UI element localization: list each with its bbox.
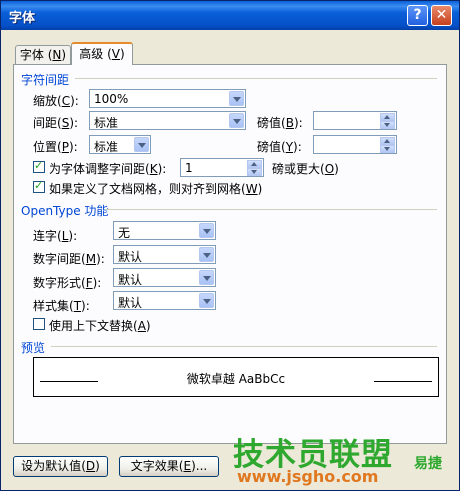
spin-up-icon[interactable] — [247, 160, 262, 168]
position-pt-spinner[interactable] — [313, 135, 397, 154]
watermark-brand: 易捷 — [414, 456, 442, 472]
position-combo[interactable]: 标准 — [89, 135, 151, 154]
contextual-alternates-checkbox[interactable] — [33, 318, 45, 330]
chevron-down-icon[interactable] — [229, 91, 244, 106]
baseline-right — [374, 381, 432, 382]
tab-advanced[interactable]: 高级 (V) — [71, 42, 133, 65]
character-spacing-group-label: 字符间距 — [21, 73, 70, 87]
spin-up-icon[interactable] — [380, 113, 395, 121]
close-icon: ✕ — [435, 7, 448, 23]
spacing-label: 间距(S): — [33, 116, 79, 130]
tab-font[interactable]: 字体 (N) — [15, 45, 71, 65]
group-divider — [51, 346, 437, 347]
number-spacing-value: 默认 — [118, 250, 143, 264]
position-value: 标准 — [94, 140, 119, 154]
chevron-down-icon[interactable] — [199, 223, 214, 238]
scale-label: 缩放(C): — [33, 94, 79, 108]
scale-value: 100% — [94, 92, 129, 106]
preview-box: 微软卓越 AaBbCc — [33, 357, 439, 397]
spacing-value: 标准 — [94, 116, 119, 130]
stylistic-sets-label: 样式集(T): — [33, 299, 90, 313]
spacing-pt-label: 磅值(B): — [257, 116, 303, 130]
ligatures-value: 无 — [118, 226, 131, 240]
snap-grid-checkbox[interactable] — [33, 179, 45, 193]
watermark-url: www.jsgho.com — [237, 467, 379, 486]
close-button[interactable]: ✕ — [431, 5, 452, 26]
stylistic-sets-combo[interactable]: 默认 — [113, 291, 216, 310]
kerning-checkbox[interactable] — [33, 159, 45, 173]
group-divider — [75, 78, 437, 79]
contextual-alternates-label[interactable]: 使用上下文替换(A) — [49, 317, 151, 334]
font-dialog: 字体 ? ✕ 字体 (N) 高级 (V) 字符间距 缩放(C): 100% 间距… — [0, 0, 460, 491]
opentype-group-label: OpenType 功能 — [21, 204, 109, 218]
chevron-down-icon[interactable] — [229, 113, 244, 128]
snap-grid-label[interactable]: 如果定义了文档网格，则对齐到网格(W) — [49, 180, 262, 197]
number-forms-combo[interactable]: 默认 — [113, 268, 216, 287]
spin-down-icon[interactable] — [380, 145, 395, 153]
number-forms-value: 默认 — [118, 273, 143, 287]
spin-down-icon[interactable] — [247, 168, 262, 176]
kerning-suffix: 磅或更大(O) — [272, 162, 339, 176]
chevron-down-icon[interactable] — [199, 293, 214, 308]
group-divider — [105, 209, 437, 210]
spin-down-icon[interactable] — [380, 121, 395, 129]
number-spacing-label: 数字间距(M): — [33, 252, 105, 266]
help-icon: ? — [413, 7, 422, 23]
chevron-down-icon[interactable] — [199, 270, 214, 285]
set-default-button[interactable]: 设为默认值(D) — [13, 456, 108, 477]
ligatures-label: 连字(L): — [33, 229, 78, 243]
chevron-down-icon[interactable] — [199, 247, 214, 262]
window-title: 字体 — [9, 11, 36, 26]
ligatures-combo[interactable]: 无 — [113, 221, 216, 240]
chevron-down-icon[interactable] — [134, 137, 149, 152]
stylistic-sets-value: 默认 — [118, 296, 143, 310]
text-effects-button[interactable]: 文字效果(E)... — [119, 456, 219, 477]
position-pt-label: 磅值(Y): — [257, 140, 302, 154]
number-spacing-combo[interactable]: 默认 — [113, 245, 216, 264]
kerning-spinner[interactable]: 1 — [180, 158, 264, 177]
number-forms-label: 数字形式(F): — [33, 276, 102, 290]
preview-sample: 微软卓越 AaBbCc — [186, 372, 286, 386]
help-button[interactable]: ? — [407, 5, 428, 26]
spacing-pt-spinner[interactable] — [313, 111, 397, 130]
scale-combo[interactable]: 100% — [89, 89, 246, 108]
kerning-value: 1 — [185, 161, 193, 175]
title-bar[interactable]: 字体 ? ✕ — [1, 1, 459, 30]
position-label: 位置(P): — [33, 140, 78, 154]
spin-up-icon[interactable] — [380, 137, 395, 145]
kerning-label[interactable]: 为字体调整字间距(K): — [49, 160, 166, 177]
spacing-combo[interactable]: 标准 — [89, 111, 246, 130]
preview-group-label: 预览 — [21, 341, 46, 355]
